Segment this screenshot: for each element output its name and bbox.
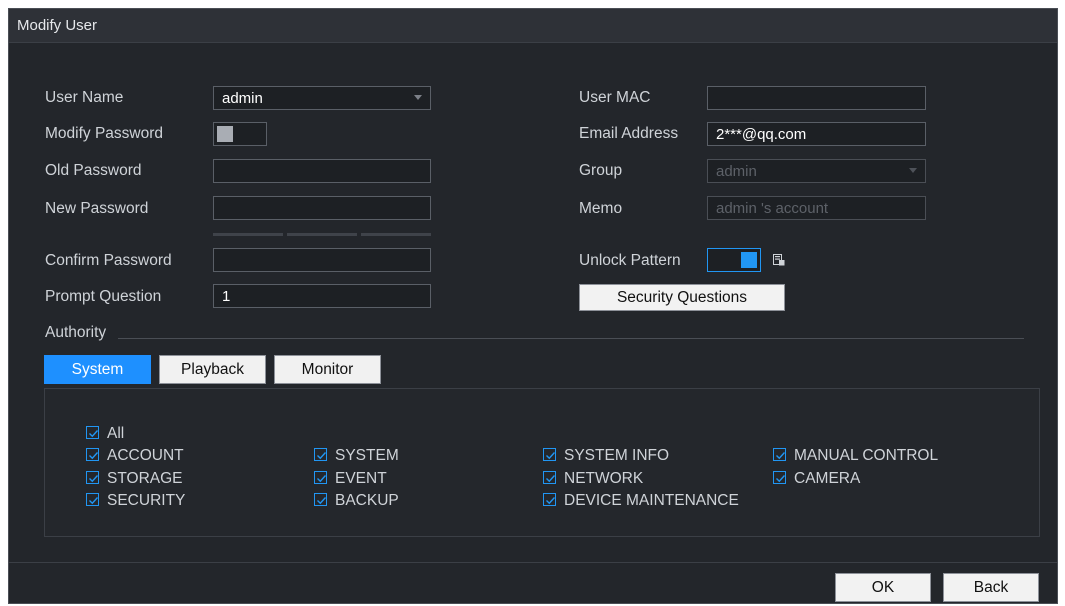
chevron-down-icon (909, 168, 917, 173)
checkbox-checked-icon (543, 493, 556, 506)
dialog-title: Modify User (17, 17, 98, 34)
permission-account[interactable]: ACCOUNT (86, 447, 184, 465)
new-password-field[interactable] (213, 196, 431, 220)
toggle-knob (217, 126, 233, 142)
permission-network[interactable]: NETWORK (543, 470, 643, 488)
footer-divider (9, 562, 1057, 563)
permission-event[interactable]: EVENT (314, 470, 387, 488)
checkbox-checked-icon (773, 471, 786, 484)
unlock-pattern-label: Unlock Pattern (579, 252, 681, 269)
prompt-question-label: Prompt Question (45, 288, 162, 305)
permission-label: MANUAL CONTROL (794, 447, 939, 464)
modify-password-label: Modify Password (45, 125, 164, 142)
toggle-knob (741, 252, 757, 268)
modify-password-toggle[interactable] (213, 122, 267, 146)
checkbox-checked-icon (86, 471, 99, 484)
permission-backup[interactable]: BACKUP (314, 492, 399, 510)
checkbox-checked-icon (86, 426, 99, 439)
checkbox-checked-icon (543, 448, 556, 461)
confirm-password-field[interactable] (213, 248, 431, 272)
permission-label: SECURITY (107, 492, 186, 509)
unlock-pattern-toggle[interactable] (707, 248, 761, 272)
checkbox-checked-icon (86, 448, 99, 461)
tab-system[interactable]: System (44, 355, 151, 384)
group-label: Group (579, 162, 623, 179)
permission-security[interactable]: SECURITY (86, 492, 185, 510)
permission-manual-control[interactable]: MANUAL CONTROL (773, 447, 938, 465)
permission-label: NETWORK (564, 470, 644, 487)
checkbox-checked-icon (86, 493, 99, 506)
checkbox-checked-icon (314, 493, 327, 506)
ok-button[interactable]: OK (835, 573, 931, 602)
email-field[interactable]: 2***@qq.com (707, 122, 926, 146)
new-password-label: New Password (45, 200, 149, 217)
email-label: Email Address (579, 125, 679, 142)
tab-monitor[interactable]: Monitor (274, 355, 381, 384)
user-name-value: admin (222, 90, 263, 107)
memo-field: admin 's account (707, 196, 926, 220)
title-bar: Modify User (9, 9, 1057, 43)
checkbox-checked-icon (314, 471, 327, 484)
permission-label: ACCOUNT (107, 447, 184, 464)
permission-label: CAMERA (794, 470, 861, 487)
permission-label: BACKUP (335, 492, 399, 509)
user-mac-label: User MAC (579, 89, 651, 106)
checkbox-checked-icon (314, 448, 327, 461)
authority-divider (118, 338, 1024, 339)
memo-label: Memo (579, 200, 623, 217)
permission-camera[interactable]: CAMERA (773, 470, 860, 488)
permission-label: SYSTEM (335, 447, 399, 464)
old-password-field[interactable] (213, 159, 431, 183)
permission-label: DEVICE MAINTENANCE (564, 492, 739, 509)
permission-label: STORAGE (107, 470, 183, 487)
checkbox-checked-icon (773, 448, 786, 461)
tab-playback[interactable]: Playback (159, 355, 266, 384)
group-select: admin (707, 159, 926, 183)
user-mac-field[interactable] (707, 86, 926, 110)
checkbox-checked-icon (543, 471, 556, 484)
authority-label: Authority (45, 324, 107, 341)
prompt-question-field[interactable]: 1 (213, 284, 431, 308)
password-strength-bar-weak (213, 233, 283, 236)
permission-system[interactable]: SYSTEM (314, 447, 399, 465)
password-strength-bar-strong (361, 233, 431, 236)
confirm-password-label: Confirm Password (45, 252, 172, 269)
permission-device-maintenance[interactable]: DEVICE MAINTENANCE (543, 492, 739, 510)
permission-system-info[interactable]: SYSTEM INFO (543, 447, 669, 465)
user-name-label: User Name (45, 89, 124, 106)
user-name-select[interactable]: admin (213, 86, 431, 110)
group-value: admin (716, 163, 757, 180)
edit-pattern-icon[interactable] (773, 253, 785, 271)
permission-all[interactable]: All (86, 425, 124, 443)
permission-label: EVENT (335, 470, 387, 487)
permission-label: All (107, 425, 125, 442)
security-questions-button[interactable]: Security Questions (579, 284, 785, 311)
old-password-label: Old Password (45, 162, 142, 179)
chevron-down-icon (414, 95, 422, 100)
permission-label: SYSTEM INFO (564, 447, 670, 464)
permission-storage[interactable]: STORAGE (86, 470, 183, 488)
back-button[interactable]: Back (943, 573, 1039, 602)
password-strength-bar-medium (287, 233, 357, 236)
